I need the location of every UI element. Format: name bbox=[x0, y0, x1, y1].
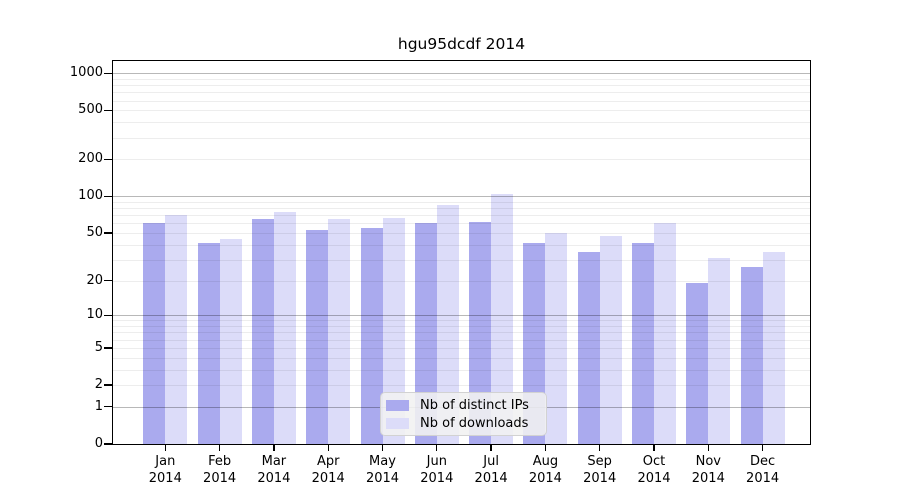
x-tick-month: Dec bbox=[731, 454, 795, 471]
legend-label-distinct-ips: Nb of distinct IPs bbox=[420, 398, 529, 413]
x-tick-mark-mar bbox=[273, 445, 274, 451]
y-tick-label-1: 1 bbox=[29, 399, 103, 415]
legend-item-downloads: Nb of downloads bbox=[386, 414, 540, 432]
minor-gridline-7 bbox=[113, 332, 810, 333]
minor-gridline-6 bbox=[113, 340, 810, 341]
legend: Nb of distinct IPs Nb of downloads bbox=[380, 392, 547, 436]
minor-gridline-9 bbox=[113, 320, 810, 321]
minor-gridline-900 bbox=[113, 79, 810, 80]
x-tick-label-dec: Dec2014 bbox=[731, 454, 795, 487]
y-tick-mark-50 bbox=[104, 232, 112, 233]
y-tick-mark-20 bbox=[104, 280, 112, 281]
x-tick-mark-nov bbox=[708, 445, 709, 451]
minor-gridline-40 bbox=[113, 245, 810, 246]
minor-gridline-8 bbox=[113, 326, 810, 327]
figure: hgu95dcdf 2014 01251020501002005001000 J… bbox=[0, 0, 900, 500]
x-tick-mark-jun bbox=[436, 445, 437, 451]
minor-gridline-300 bbox=[113, 138, 810, 139]
y-tick-label-10: 10 bbox=[29, 307, 103, 323]
legend-swatch-downloads bbox=[386, 418, 409, 429]
y-tick-mark-0 bbox=[104, 443, 112, 444]
decade-gridline-100 bbox=[113, 196, 810, 197]
y-tick-mark-2 bbox=[104, 384, 112, 385]
x-tick-mark-may bbox=[382, 445, 383, 451]
legend-item-distinct-ips: Nb of distinct IPs bbox=[386, 396, 540, 414]
x-tick-year: 2014 bbox=[731, 471, 795, 488]
x-tick-mark-sep bbox=[599, 445, 600, 451]
tick-gridline-50 bbox=[113, 233, 810, 234]
x-tick-mark-apr bbox=[328, 445, 329, 451]
y-tick-label-1000: 1000 bbox=[29, 65, 103, 81]
y-tick-label-50: 50 bbox=[29, 225, 103, 241]
y-tick-label-20: 20 bbox=[29, 273, 103, 289]
tick-gridline-500 bbox=[113, 110, 810, 111]
minor-gridline-600 bbox=[113, 101, 810, 102]
tick-gridline-200 bbox=[113, 159, 810, 160]
y-tick-label-5: 5 bbox=[29, 340, 103, 356]
x-tick-mark-jan bbox=[165, 445, 166, 451]
y-tick-mark-5 bbox=[104, 347, 112, 348]
y-tick-label-500: 500 bbox=[29, 102, 103, 118]
legend-swatch-distinct-ips bbox=[386, 400, 409, 411]
x-tick-mark-dec bbox=[762, 445, 763, 451]
x-tick-mark-aug bbox=[545, 445, 546, 451]
y-tick-mark-10 bbox=[104, 315, 112, 316]
minor-gridline-80 bbox=[113, 208, 810, 209]
minor-gridline-400 bbox=[113, 122, 810, 123]
tick-gridline-2 bbox=[113, 385, 810, 386]
tick-gridline-20 bbox=[113, 281, 810, 282]
y-tick-mark-1000 bbox=[104, 73, 112, 74]
y-tick-mark-1 bbox=[104, 406, 112, 407]
x-tick-mark-jul bbox=[490, 445, 491, 451]
y-tick-label-100: 100 bbox=[29, 188, 103, 204]
minor-gridline-30 bbox=[113, 260, 810, 261]
tick-gridline-5 bbox=[113, 348, 810, 349]
y-tick-label-200: 200 bbox=[29, 151, 103, 167]
y-tick-label-2: 2 bbox=[29, 377, 103, 393]
y-tick-mark-100 bbox=[104, 196, 112, 197]
y-tick-mark-200 bbox=[104, 159, 112, 160]
minor-gridline-800 bbox=[113, 85, 810, 86]
x-tick-mark-oct bbox=[653, 445, 654, 451]
minor-gridline-60 bbox=[113, 223, 810, 224]
legend-label-downloads: Nb of downloads bbox=[420, 416, 528, 431]
minor-gridline-70 bbox=[113, 215, 810, 216]
minor-gridline-3 bbox=[113, 370, 810, 371]
plot-area bbox=[113, 61, 810, 444]
decade-gridline-10 bbox=[113, 315, 810, 316]
y-tick-label-0: 0 bbox=[29, 436, 103, 452]
minor-gridline-4 bbox=[113, 358, 810, 359]
y-tick-mark-500 bbox=[104, 110, 112, 111]
chart-title: hgu95dcdf 2014 bbox=[113, 35, 810, 53]
gridlines-layer bbox=[113, 61, 810, 444]
minor-gridline-90 bbox=[113, 202, 810, 203]
x-tick-mark-feb bbox=[219, 445, 220, 451]
minor-gridline-700 bbox=[113, 92, 810, 93]
decade-gridline-1000 bbox=[113, 73, 810, 74]
